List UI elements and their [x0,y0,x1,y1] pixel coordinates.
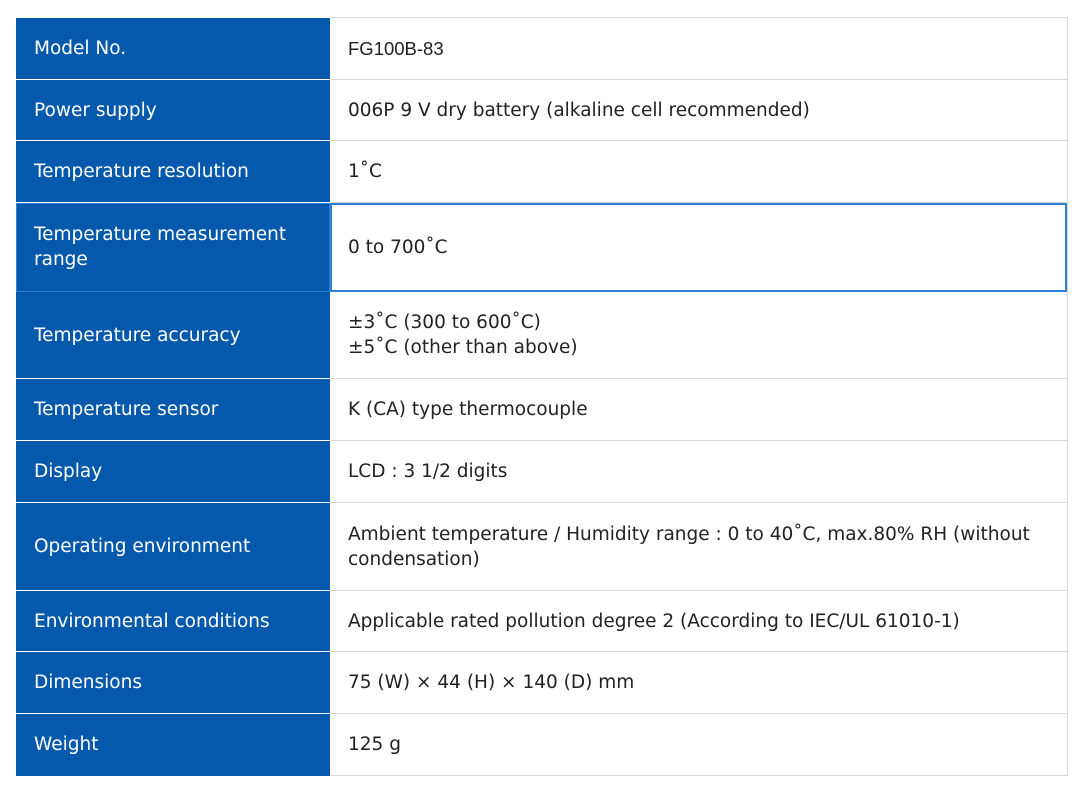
row-value-environmental: Applicable rated pollution degree 2 (Acc… [330,590,1068,652]
table-row-power: Power supply 006P 9 V dry battery (alkal… [16,79,1068,141]
row-value-range: 0 to 700˚C [330,202,1068,292]
row-value-display: LCD : 3 1/2 digits [330,440,1068,503]
row-value-model: FG100B-83 [330,17,1068,80]
table-row-dimensions: Dimensions 75 (W) × 44 (H) × 140 (D) mm [16,651,1068,714]
spec-table: Model No. FG100B-83 Power supply 006P 9 … [16,17,1068,776]
table-row-model: Model No. FG100B-83 [16,17,1068,80]
row-label-environmental: Environmental conditions [16,590,330,652]
table-row-range: Temperature measurement range 0 to 700˚C [16,202,1068,292]
accuracy-line-1: ±3˚C (300 to 600˚C) [348,312,541,333]
table-row-resolution: Temperature resolution 1˚C [16,140,1068,203]
row-value-operating: Ambient temperature / Humidity range : 0… [330,502,1068,591]
row-label-accuracy: Temperature accuracy [16,291,330,379]
row-label-range: Temperature measurement range [16,202,330,292]
accuracy-line-2: ±5˚C (other than above) [348,337,578,358]
row-value-sensor: K (CA) type thermocouple [330,378,1068,441]
row-label-sensor: Temperature sensor [16,378,330,441]
table-row-weight: Weight 125 g [16,713,1068,776]
row-value-weight: 125 g [330,713,1068,776]
row-label-resolution: Temperature resolution [16,140,330,203]
row-label-weight: Weight [16,713,330,776]
row-label-display: Display [16,440,330,503]
table-row-display: Display LCD : 3 1/2 digits [16,440,1068,503]
row-value-accuracy: ±3˚C (300 to 600˚C) ±5˚C (other than abo… [330,291,1068,379]
row-label-model: Model No. [16,17,330,80]
row-label-power: Power supply [16,79,330,141]
row-label-operating: Operating environment [16,502,330,591]
row-value-power: 006P 9 V dry battery (alkaline cell reco… [330,79,1068,141]
row-label-dimensions: Dimensions [16,651,330,714]
row-value-resolution: 1˚C [330,140,1068,203]
table-row-accuracy: Temperature accuracy ±3˚C (300 to 600˚C)… [16,291,1068,379]
table-row-operating: Operating environment Ambient temperatur… [16,502,1068,591]
table-row-environmental: Environmental conditions Applicable rate… [16,590,1068,652]
row-value-dimensions: 75 (W) × 44 (H) × 140 (D) mm [330,651,1068,714]
table-row-sensor: Temperature sensor K (CA) type thermocou… [16,378,1068,441]
